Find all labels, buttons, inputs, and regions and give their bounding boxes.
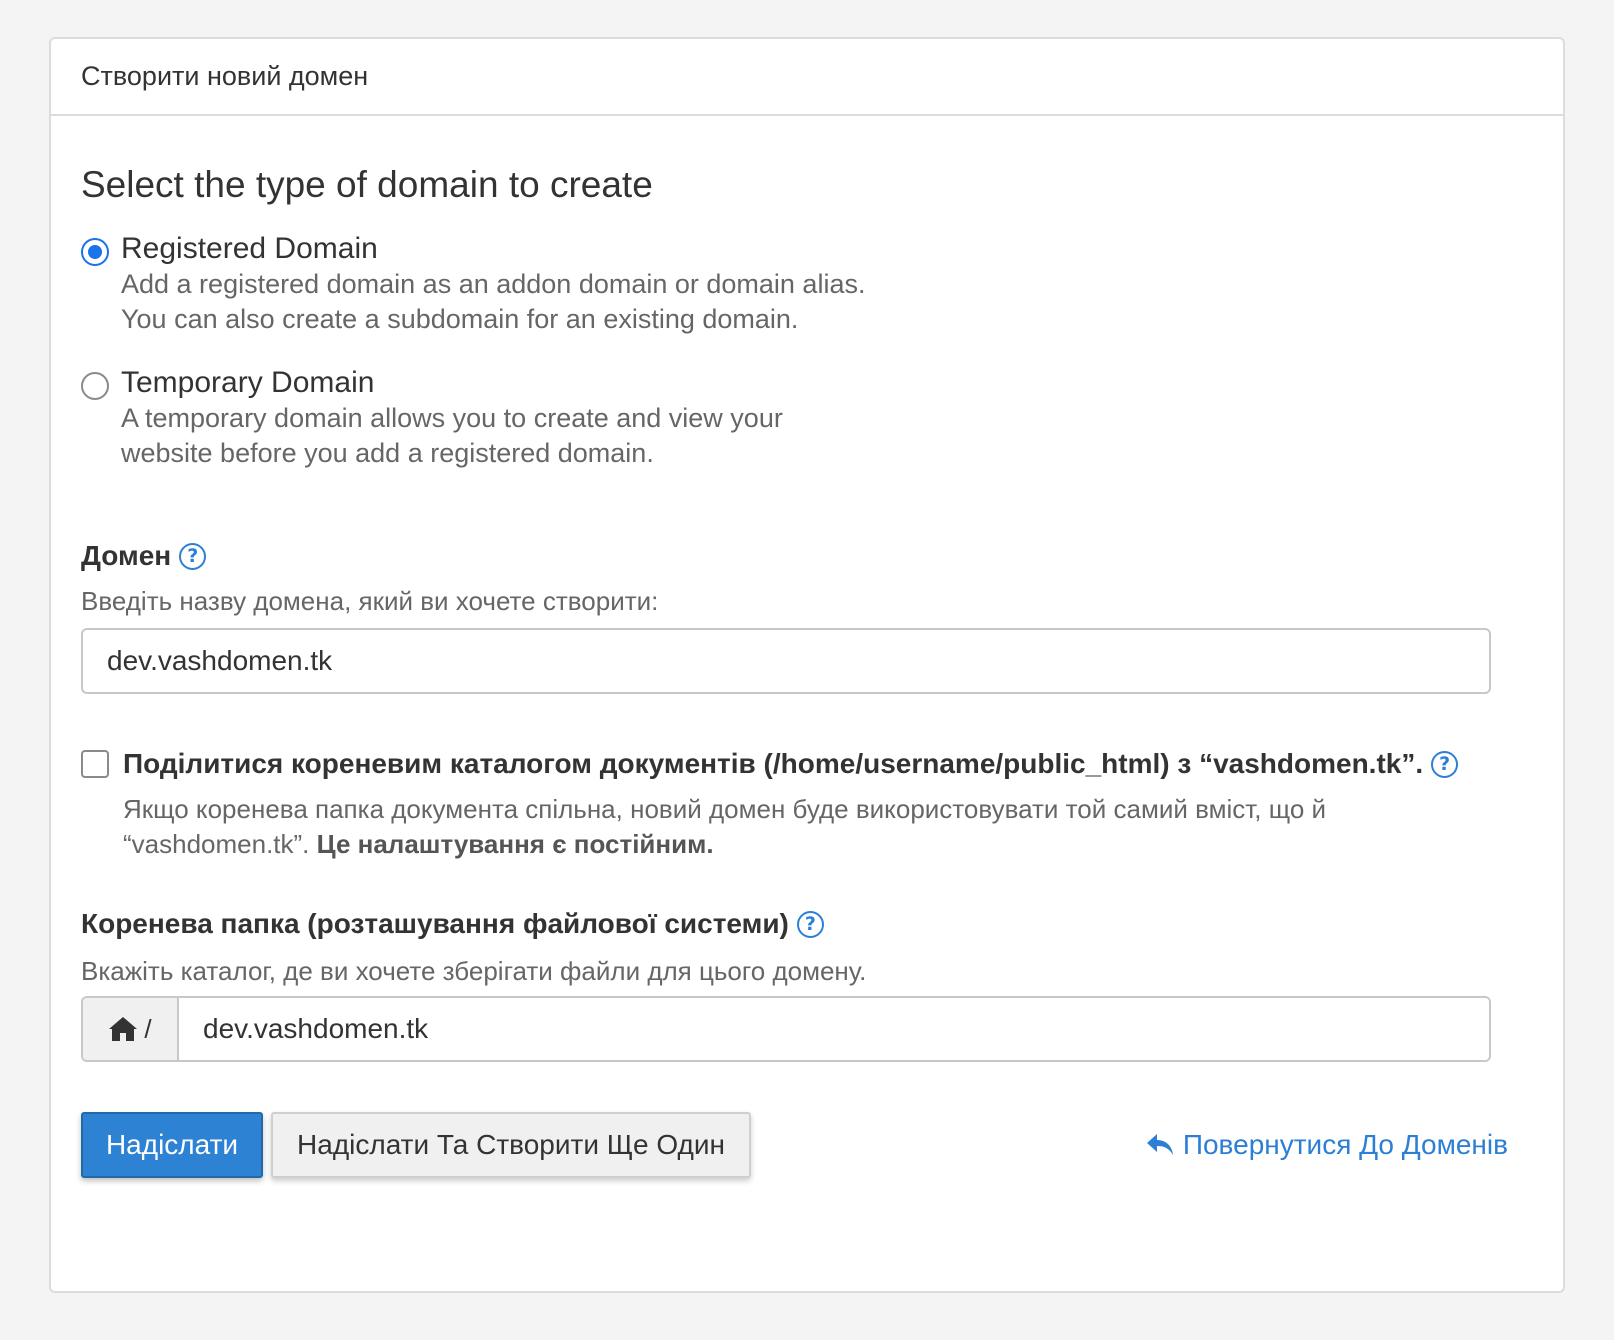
- panel-title: Створити новий домен: [81, 61, 369, 91]
- radio-temporary-domain[interactable]: [81, 372, 109, 400]
- help-icon[interactable]: ?: [796, 910, 824, 938]
- option-desc-line: A temporary domain allows you to create …: [121, 403, 783, 433]
- docroot-field-hint: Вкажіть каталог, де ви хочете зберігати …: [81, 956, 867, 986]
- submit-button[interactable]: Надіслати: [81, 1112, 263, 1178]
- home-icon: [109, 1017, 138, 1041]
- panel-header: Створити новий домен: [51, 39, 1563, 116]
- share-docroot-desc-line: Якщо коренева папка документа спільна, н…: [123, 794, 1327, 824]
- desc-text: “vashdomen.tk”.: [123, 829, 310, 859]
- domain-input[interactable]: [81, 628, 1491, 694]
- option-desc-line: You can also create a subdomain for an e…: [121, 304, 799, 334]
- docroot-input-group: /: [81, 996, 1491, 1062]
- share-docroot-checkbox[interactable]: [81, 750, 109, 778]
- share-docroot-desc-line: “vashdomen.tk”. Це налаштування є постій…: [123, 827, 1326, 862]
- docroot-prefix-addon: /: [83, 998, 179, 1060]
- domain-label-text: Домен: [81, 540, 172, 571]
- path-separator: /: [144, 1013, 152, 1044]
- option-description: A temporary domain allows you to create …: [121, 401, 783, 471]
- section-title: Select the type of domain to create: [81, 164, 653, 205]
- option-label[interactable]: Temporary Domain: [121, 366, 374, 400]
- option-description: Add a registered domain as an addon doma…: [121, 267, 865, 337]
- share-docroot-label[interactable]: Поділитися кореневим каталогом документі…: [123, 748, 1459, 780]
- docroot-field-label: Коренева папка (розташування файлової си…: [81, 908, 824, 940]
- option-desc-line: Add a registered domain as an addon doma…: [121, 269, 866, 299]
- option-label[interactable]: Registered Domain: [121, 232, 378, 266]
- domain-field-label: Домен ?: [81, 540, 207, 572]
- domain-field-hint: Введіть назву домена, який ви хочете ств…: [81, 586, 659, 616]
- submit-and-create-another-button[interactable]: Надіслати Та Створити Ще Один: [271, 1112, 751, 1178]
- help-icon[interactable]: ?: [1431, 750, 1459, 778]
- option-desc-line: website before you add a registered doma…: [121, 438, 654, 468]
- radio-registered-domain[interactable]: [81, 238, 109, 266]
- docroot-input[interactable]: [179, 998, 1489, 1060]
- docroot-label-text: Коренева папка (розташування файлової си…: [81, 908, 789, 939]
- back-to-domains-link[interactable]: Повернутися До Доменів: [1145, 1112, 1508, 1178]
- share-docroot-label-text[interactable]: Поділитися кореневим каталогом документі…: [123, 748, 1423, 780]
- reply-arrow-icon: [1146, 1134, 1173, 1155]
- permanent-setting-note: Це налаштування є постійним.: [316, 829, 714, 859]
- create-domain-panel: Створити новий домен Select the type of …: [49, 37, 1565, 1293]
- help-icon[interactable]: ?: [179, 542, 207, 570]
- share-docroot-description: Якщо коренева папка документа спільна, н…: [123, 792, 1326, 862]
- back-link-label[interactable]: Повернутися До Доменів: [1183, 1129, 1508, 1161]
